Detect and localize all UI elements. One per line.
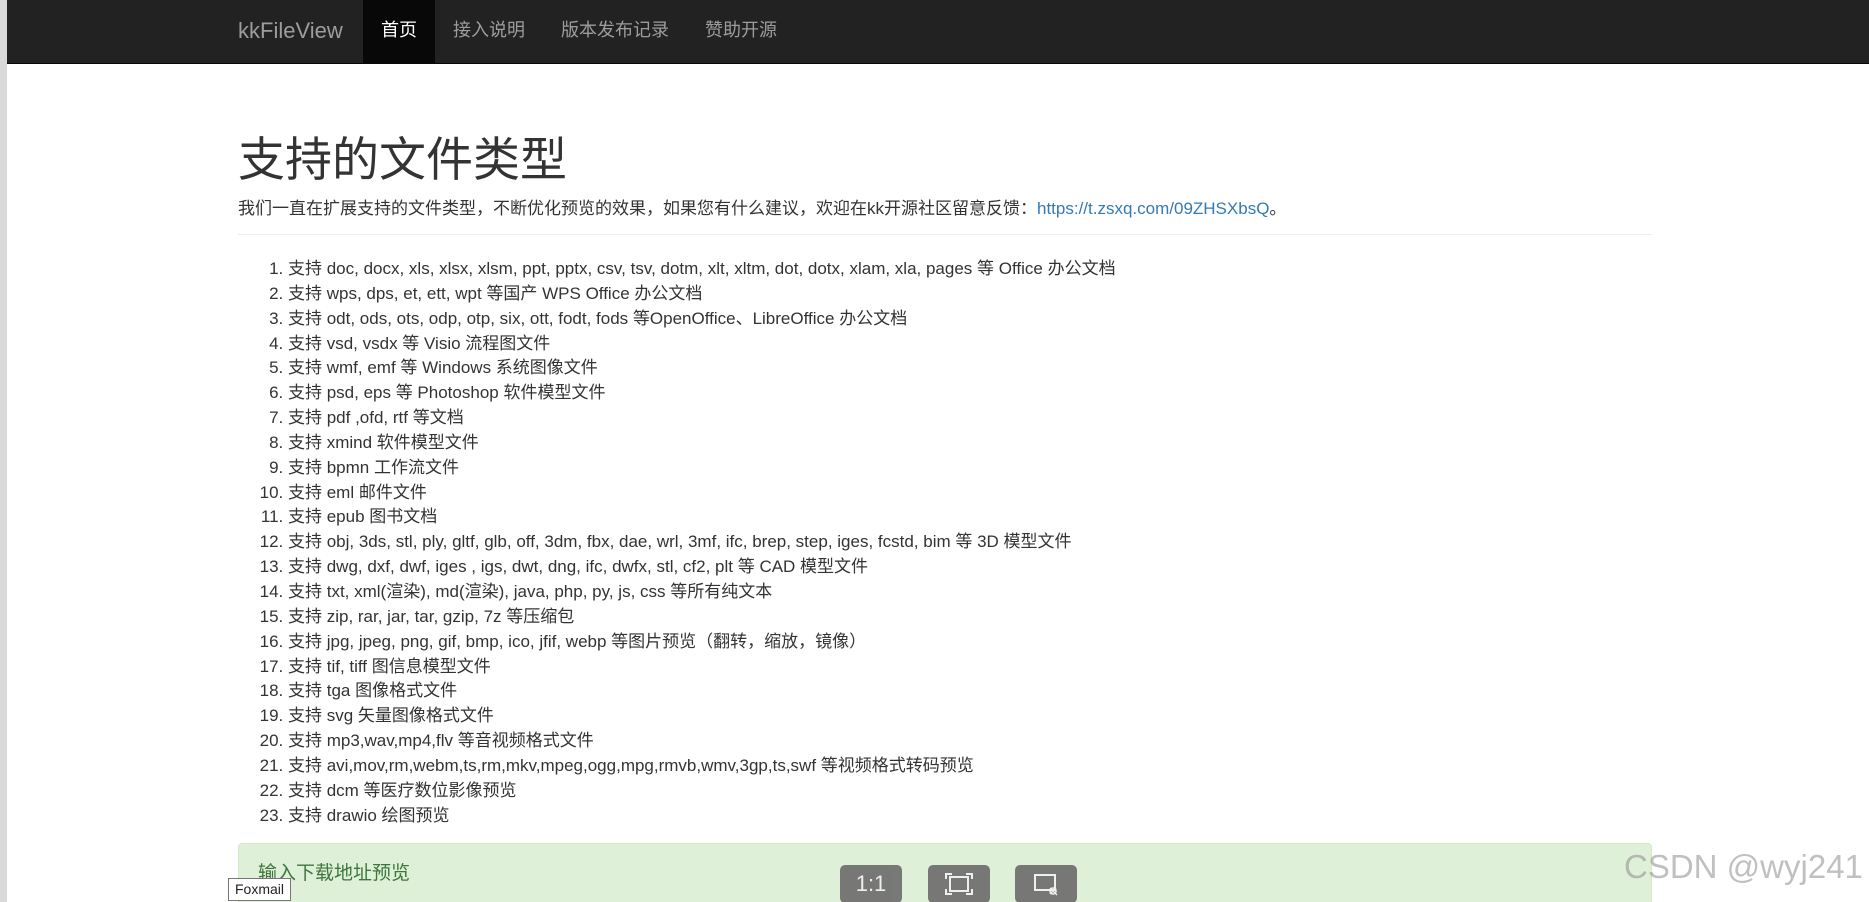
zoom-ratio-label: 1:1	[855, 871, 887, 896]
lead-end: 。	[1269, 199, 1287, 218]
list-item: 支持 xmind 软件模型文件	[288, 431, 1116, 456]
list-item: 支持 wps, dps, et, ett, wpt 等国产 WPS Office…	[288, 282, 1116, 307]
list-item: 支持 pdf ,ofd, rtf 等文档	[288, 406, 1116, 431]
supported-types-list: 支持 doc, docx, xls, xlsx, xlsm, ppt, pptx…	[238, 257, 1116, 828]
list-item: 支持 vsd, vsdx 等 Visio 流程图文件	[288, 332, 1116, 357]
list-item: 支持 jpg, jpeg, png, gif, bmp, ico, jfif, …	[288, 630, 1116, 655]
nav-item-sponsor[interactable]: 赞助开源	[687, 0, 795, 63]
list-item: 支持 avi,mov,rm,webm,ts,rm,mkv,mpeg,ogg,mp…	[288, 754, 1116, 779]
list-item: 支持 tga 图像格式文件	[288, 679, 1116, 704]
nav-item-release-notes[interactable]: 版本发布记录	[543, 0, 687, 63]
top-navbar: kkFileView 首页 接入说明 版本发布记录 赞助开源	[7, 0, 1869, 64]
list-item: 支持 dcm 等医疗数位影像预览	[288, 779, 1116, 804]
lead-paragraph: 我们一直在扩展支持的文件类型，不断优化预览的效果，如果您有什么建议，欢迎在kk开…	[238, 197, 1286, 221]
list-item: 支持 wmf, emf 等 Windows 系统图像文件	[288, 356, 1116, 381]
list-item: 支持 svg 矢量图像格式文件	[288, 704, 1116, 729]
list-item: 支持 dwg, dxf, dwf, iges , igs, dwt, dng, …	[288, 555, 1116, 580]
browser-page: kkFileView 首页 接入说明 版本发布记录 赞助开源 支持的文件类型 我…	[7, 0, 1869, 902]
list-item: 支持 txt, xml(渲染), md(渲染), java, php, py, …	[288, 580, 1116, 605]
nav-item-integration-guide[interactable]: 接入说明	[435, 0, 543, 63]
zoom-actual-size-button[interactable]: 1:1	[840, 865, 902, 902]
community-link[interactable]: https://t.zsxq.com/09ZHSXbsQ	[1037, 199, 1269, 218]
list-item: 支持 obj, 3ds, stl, ply, gltf, glb, off, 3…	[288, 530, 1116, 555]
screenshot-icon	[1034, 874, 1058, 896]
divider	[238, 234, 1652, 235]
page-title: 支持的文件类型	[238, 133, 567, 186]
list-item: 支持 eml 邮件文件	[288, 481, 1116, 506]
watermark: CSDN @wyj241	[1624, 848, 1863, 885]
list-item: 支持 epub 图书文档	[288, 505, 1116, 530]
list-item: 支持 doc, docx, xls, xlsx, xlsm, ppt, pptx…	[288, 257, 1116, 282]
fit-to-window-button[interactable]	[928, 865, 990, 902]
lead-text: 我们一直在扩展支持的文件类型，不断优化预览的效果，如果您有什么建议，欢迎在kk开…	[238, 199, 1037, 218]
list-item: 支持 odt, ods, ots, odp, otp, six, ott, fo…	[288, 307, 1116, 332]
list-item: 支持 tif, tiff 图信息模型文件	[288, 655, 1116, 680]
list-item: 支持 psd, eps 等 Photoshop 软件模型文件	[288, 381, 1116, 406]
list-item: 支持 zip, rar, jar, tar, gzip, 7z 等压缩包	[288, 605, 1116, 630]
screenshot-tool-button[interactable]	[1015, 865, 1077, 902]
list-item: 支持 drawio 绘图预览	[288, 804, 1116, 829]
foxmail-tooltip: Foxmail	[228, 878, 292, 901]
brand-logo[interactable]: kkFileView	[238, 0, 343, 63]
list-item: 支持 bpmn 工作流文件	[288, 456, 1116, 481]
list-item: 支持 mp3,wav,mp4,flv 等音视频格式文件	[288, 729, 1116, 754]
nav-item-home[interactable]: 首页	[363, 0, 435, 63]
fit-screen-icon	[945, 873, 973, 895]
nav-menu: 首页 接入说明 版本发布记录 赞助开源	[363, 0, 795, 63]
